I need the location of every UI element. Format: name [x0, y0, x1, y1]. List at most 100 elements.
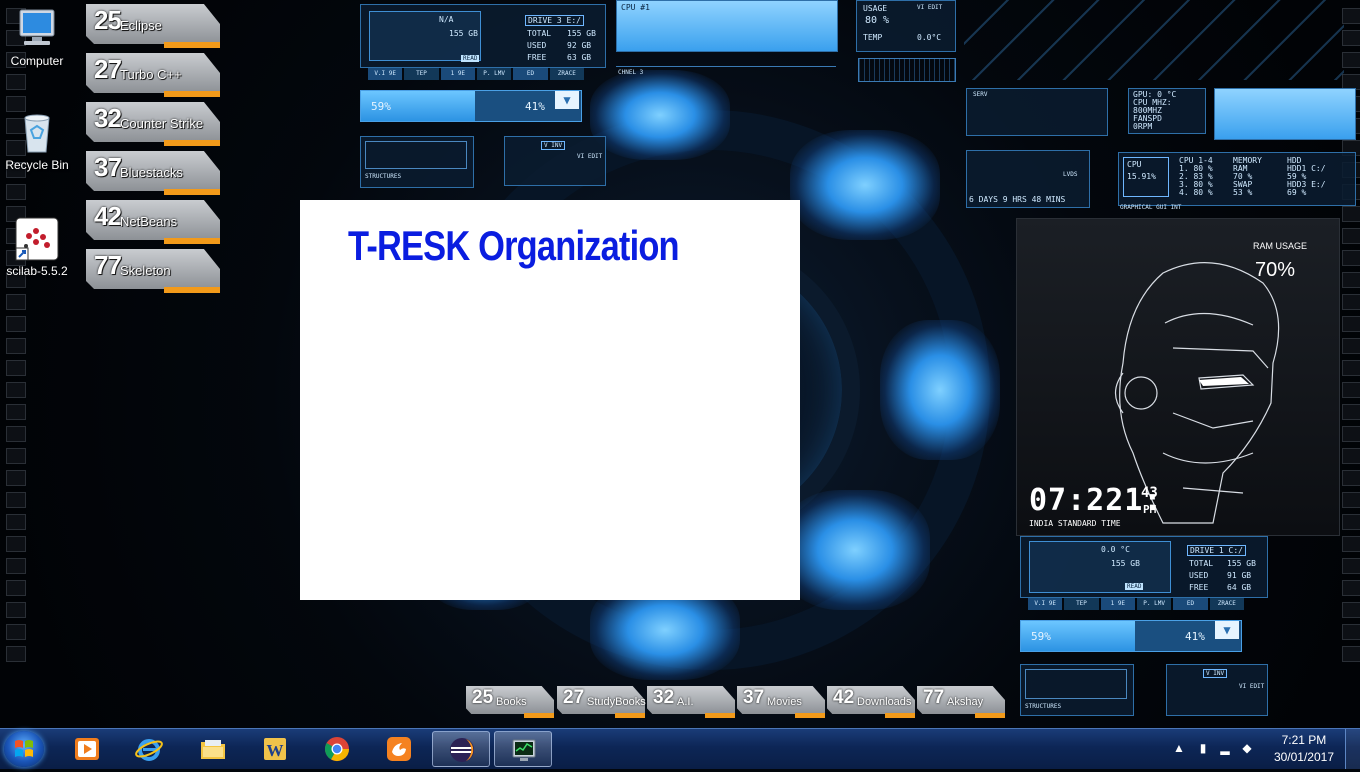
structures-label: STRUCTURES: [365, 173, 402, 180]
core-line: 4. 80 %: [1179, 188, 1213, 197]
tile-label: Downloads: [857, 696, 912, 708]
hud-tab[interactable]: ZRACE: [1209, 598, 1244, 610]
desktop-icon-scilab[interactable]: scilab-5.5.2: [0, 216, 74, 278]
clock-seconds: 43: [1141, 485, 1158, 501]
recycle-bin-icon: [14, 110, 60, 156]
hud-tabs: V.I 9E TEP 1 9E P. LMV ED ZRACE: [368, 68, 584, 80]
hud-tab[interactable]: V.I 9E: [368, 68, 403, 80]
hud-tab[interactable]: P. LMV: [476, 68, 512, 80]
network-icon[interactable]: ▂: [1218, 741, 1232, 755]
reactor-glow-4: [780, 490, 930, 610]
hud-bars-panel: [1214, 88, 1356, 140]
tile-ai[interactable]: 32 A.I.: [647, 686, 735, 718]
hud-tab[interactable]: TEP: [1064, 598, 1099, 610]
tile-accent-bar: [164, 287, 220, 293]
uptime-label: 6 DAYS 9 HRS 48 MINS: [969, 195, 1066, 204]
strip-tick: [6, 426, 26, 442]
tile-studybooks[interactable]: 27 StudyBooks: [557, 686, 646, 718]
tile-eclipse[interactable]: 25 Eclipse: [86, 4, 220, 48]
strip-tick: [6, 338, 26, 354]
drive-total-label: TOTAL: [527, 29, 552, 38]
hud-structures-panel: STRUCTURES: [360, 136, 474, 188]
taskbar-media-player[interactable]: [60, 731, 114, 767]
battery-icon[interactable]: ▮: [1196, 741, 1210, 755]
strip-tick: [1342, 316, 1360, 332]
tile-movies[interactable]: 37 Movies: [737, 686, 825, 718]
strip-tick: [6, 74, 26, 90]
hud-tabs-bottom: V.I 9E TEP 1 9E P. LMV ED ZRACE: [1028, 598, 1244, 610]
strip-tick: [6, 184, 26, 200]
taskbar-eclipse[interactable]: [432, 731, 490, 767]
hud-tab[interactable]: V.I 9E: [1028, 598, 1063, 610]
tile-netbeans[interactable]: 42 NetBeans: [86, 200, 220, 244]
clock-ampm: PM: [1143, 503, 1157, 516]
show-desktop-button[interactable]: [1345, 729, 1360, 769]
tile-skeleton[interactable]: 77 Skeleton: [86, 249, 220, 293]
vi-edit-label: VI EDIT: [1239, 683, 1265, 690]
drive-free-label: FREE: [1189, 583, 1209, 592]
tile-downloads[interactable]: 42 Downloads: [827, 686, 915, 718]
strip-tick: [6, 316, 26, 332]
tile-accent-bar: [795, 713, 825, 718]
hud-tab[interactable]: ED: [513, 68, 548, 80]
serv-label: SERV: [973, 91, 988, 98]
taskbar-uc-browser[interactable]: [372, 731, 426, 767]
taskbar-word[interactable]: W: [248, 731, 302, 767]
strip-tick: [1342, 338, 1360, 354]
internet-explorer-icon: [135, 739, 163, 761]
tile-label: NetBeans: [120, 214, 178, 229]
lvds-label: LVDS: [1063, 171, 1078, 178]
hud-tab[interactable]: ED: [1173, 598, 1208, 610]
show-hidden-icons-icon[interactable]: ▲: [1172, 741, 1186, 755]
hdd-line: 69 %: [1287, 188, 1307, 197]
dropdown-icon[interactable]: ▼: [1215, 621, 1239, 639]
strip-tick: [1342, 602, 1360, 618]
tile-number: 77: [923, 687, 945, 708]
taskbar-chrome[interactable]: [310, 731, 364, 767]
vi-inv-label[interactable]: V INV: [541, 141, 566, 150]
hud-tab[interactable]: 1 9E: [1100, 598, 1135, 610]
tile-number: 37: [743, 687, 765, 708]
cpu-value: 15.91%: [1127, 172, 1156, 181]
memory-line: 53 %: [1233, 188, 1253, 197]
hud-vi-panel: V INV VI EDIT: [504, 136, 606, 186]
tile-turbo-cpp[interactable]: 27 Turbo C++: [86, 53, 220, 97]
taskbar-clock[interactable]: 7:21 PM 30/01/2017: [1274, 732, 1334, 766]
desktop-icon-label: Recycle Bin: [5, 158, 69, 172]
strip-tick: [6, 514, 26, 530]
tile-accent-bar: [885, 713, 915, 718]
tile-bluestacks[interactable]: 37 Bluestacks: [86, 151, 220, 195]
tile-akshay[interactable]: 77 Akshay: [917, 686, 1005, 718]
hud-tab[interactable]: ZRACE: [549, 68, 584, 80]
hud-drive-panel: N/A 155 GB READ DRIVE 3 E:/ TOTAL 155 GB…: [360, 4, 606, 68]
memory-stats: MEMORY RAM 70 % SWAP 53 %: [1233, 157, 1262, 197]
tile-counter-strike[interactable]: 32 Counter Strike: [86, 102, 220, 146]
desktop-icon-label: scilab-5.5.2: [6, 264, 68, 278]
strip-tick: [1342, 514, 1360, 530]
drive-used: 92 GB: [567, 41, 592, 50]
hud-tab[interactable]: TEP: [404, 68, 439, 80]
desktop-icon-recycle-bin[interactable]: Recycle Bin: [0, 110, 74, 172]
hud-tab[interactable]: P. LMV: [1136, 598, 1172, 610]
hud-tab[interactable]: 1 9E: [440, 68, 475, 80]
taskbar-task-manager[interactable]: [494, 731, 552, 767]
app-window[interactable]: T-RESK Organization: [300, 200, 800, 600]
volume-icon[interactable]: ◆: [1240, 741, 1254, 755]
usage-label: USAGE: [863, 4, 888, 13]
desktop-icon-computer[interactable]: Computer: [0, 6, 74, 68]
tile-number: 42: [94, 201, 122, 231]
window-title: T-RESK Organization: [348, 222, 680, 269]
start-button[interactable]: [4, 731, 44, 767]
tile-accent-bar: [164, 140, 220, 146]
strip-tick: [1342, 404, 1360, 420]
structures-grid: [1025, 669, 1127, 699]
taskbar-file-explorer[interactable]: [186, 731, 240, 767]
strip-tick: [1342, 250, 1360, 266]
taskbar-internet-explorer[interactable]: [122, 731, 176, 767]
strip-tick: [1342, 52, 1360, 68]
dropdown-icon[interactable]: ▼: [555, 91, 579, 109]
vi-inv-label[interactable]: V INV: [1203, 669, 1228, 678]
taskbar-time: 7:21 PM: [1281, 733, 1327, 747]
gpu-line: 0RPM: [1133, 122, 1153, 131]
tile-books[interactable]: 25 Books: [466, 686, 554, 718]
